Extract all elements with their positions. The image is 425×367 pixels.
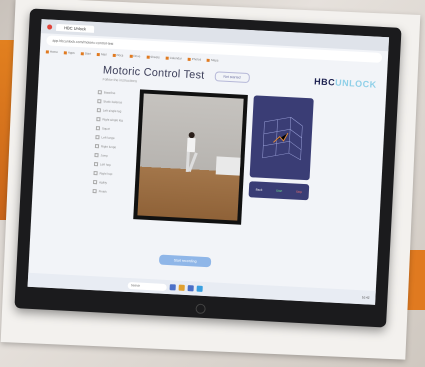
test-step-label: Right lunge	[100, 143, 117, 149]
checkbox-icon	[95, 134, 100, 139]
bookmark-item[interactable]: Sheets	[146, 54, 160, 60]
checkbox-icon	[93, 170, 98, 175]
status-badge: Not started	[214, 71, 250, 84]
checkbox-icon	[92, 188, 97, 193]
bookmark-icon	[80, 51, 84, 55]
monitor-screen: HBC Unlock app.hbcunlock.com/motoric-con…	[27, 19, 390, 305]
test-step-list: Baseline Static balance Left single leg Rig…	[92, 87, 138, 197]
taskbar-search-input[interactable]: Search	[127, 281, 167, 291]
3d-grid-icon	[262, 116, 303, 161]
file-explorer-icon[interactable]	[169, 284, 176, 291]
start-button[interactable]: Start	[276, 189, 283, 193]
bookmark-icon	[146, 55, 150, 59]
bookmark-label: Maps	[211, 58, 219, 63]
test-step-item[interactable]: Finish	[92, 186, 132, 197]
bookmark-label: Mail	[100, 52, 107, 57]
room-table	[215, 155, 241, 176]
bookmark-icon	[63, 50, 67, 54]
bookmark-label: Sheets	[150, 54, 160, 60]
bookmark-label: Apps	[67, 50, 75, 55]
checkbox-icon	[93, 161, 99, 166]
photo-scene: HBC Unlock app.hbcunlock.com/motoric-con…	[0, 0, 425, 367]
bookmark-item[interactable]: Mail	[96, 52, 107, 57]
checkbox-icon	[93, 179, 98, 184]
bookmark-icon	[165, 56, 169, 60]
back-button[interactable]: Back	[256, 188, 263, 192]
bookmark-label: Calendar	[169, 55, 182, 61]
checkbox-icon	[96, 116, 101, 121]
test-step-label: Static balance	[103, 98, 123, 104]
test-step-label: Squat	[101, 125, 110, 131]
stop-button[interactable]: Stop	[296, 190, 302, 194]
test-step-label: Left single leg	[102, 107, 122, 113]
bookmark-item[interactable]: Maps	[207, 58, 219, 63]
checkbox-icon	[95, 125, 101, 130]
bookmark-label: Start	[84, 51, 92, 56]
test-step-label: Agility	[99, 179, 108, 185]
browser-tab[interactable]: HBC Unlock	[55, 23, 95, 33]
control-buttons: Back Start Stop	[248, 181, 310, 201]
test-step-label: Finish	[98, 188, 107, 194]
bookmark-item[interactable]: Drive	[129, 53, 141, 59]
bookmark-item[interactable]: Docs	[112, 53, 124, 58]
checkbox-icon	[97, 89, 102, 94]
test-step-label: Right single leg	[102, 116, 124, 122]
bookmark-icon	[129, 54, 133, 58]
bookmark-item[interactable]: Photos	[187, 57, 202, 62]
bookmark-label: Photos	[191, 57, 202, 62]
monitor: HBC Unlock app.hbcunlock.com/motoric-con…	[14, 8, 402, 328]
bookmark-label: Docs	[116, 53, 124, 58]
test-step-label: Jump	[100, 152, 108, 158]
bookmark-item[interactable]: Start	[80, 51, 92, 56]
browser-icon[interactable]	[178, 284, 185, 291]
test-step-label: Baseline	[103, 89, 116, 95]
bookmark-icon	[207, 58, 211, 62]
bookmark-label: Home	[49, 49, 58, 54]
camera-room	[137, 93, 244, 221]
bookmark-icon	[96, 52, 101, 56]
test-step-label: Left lunge	[101, 134, 115, 140]
test-step-label: Right hop	[99, 170, 113, 176]
checkbox-icon	[94, 152, 99, 157]
start-recording-button[interactable]: Start recording	[158, 254, 212, 268]
browser-favicon-icon	[47, 23, 53, 30]
motion-3d-plot	[249, 95, 314, 181]
hbc-unlock-logo: HBCUNLOCK	[313, 76, 377, 90]
main-content: Baseline Static balance Left single leg Rig…	[29, 78, 386, 286]
bookmark-label: Drive	[133, 53, 141, 59]
bookmark-item[interactable]: Home	[45, 49, 58, 54]
camera-feed	[133, 89, 248, 225]
bookmark-icon	[187, 57, 191, 61]
bookmark-icon	[112, 53, 116, 57]
checkbox-icon	[96, 107, 102, 112]
test-step-label: Left hop	[99, 161, 112, 167]
mail-icon[interactable]	[196, 285, 203, 292]
monitor-brand-logo	[195, 303, 206, 315]
bookmark-item[interactable]: Apps	[63, 50, 75, 55]
checkbox-icon	[97, 98, 102, 103]
checkbox-icon	[94, 143, 100, 148]
clock: 10:42	[361, 295, 370, 300]
athlete-figure	[181, 131, 200, 183]
store-icon[interactable]	[187, 285, 194, 292]
bookmark-item[interactable]: Calendar	[165, 55, 182, 61]
bookmark-icon	[45, 49, 49, 54]
